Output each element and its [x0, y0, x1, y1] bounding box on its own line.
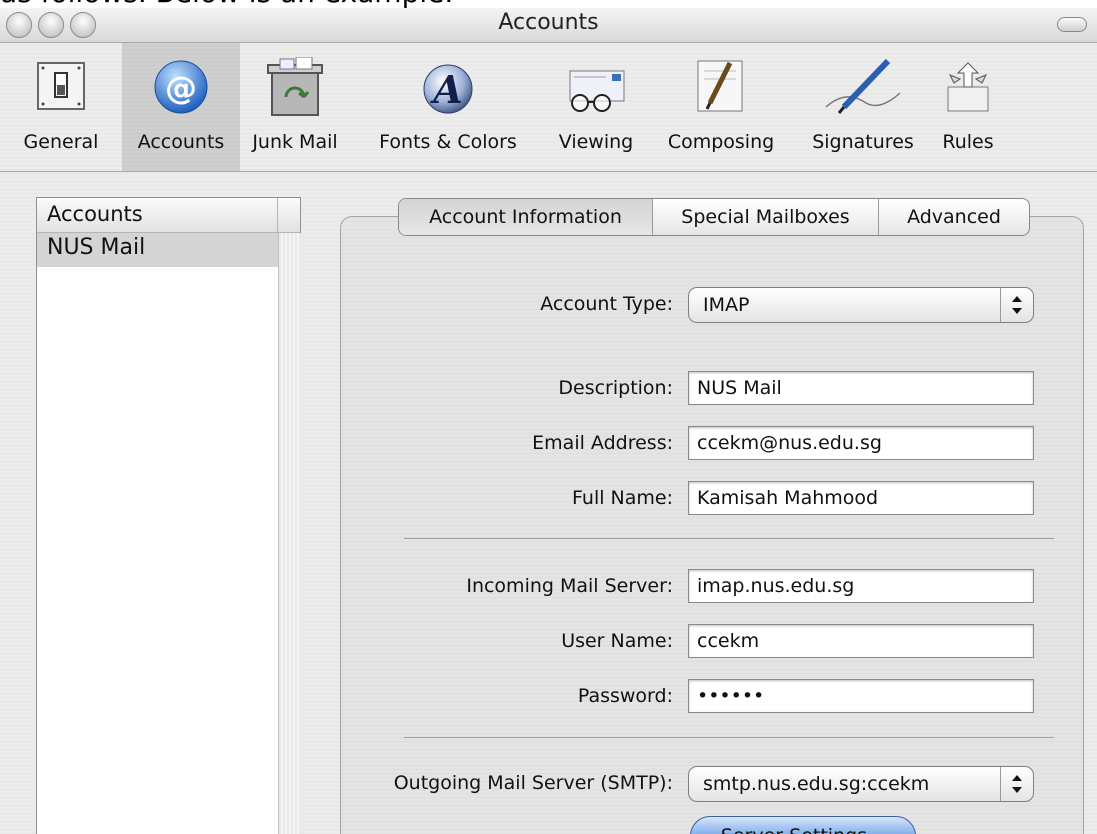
smtp-server-label: Outgoing Mail Server (SMTP): — [393, 772, 673, 794]
list-item[interactable]: NUS Mail — [37, 233, 278, 267]
arrows-icon — [947, 62, 989, 112]
accounts-list[interactable]: Accounts NUS Mail — [36, 197, 301, 834]
recycle-bin-icon — [267, 57, 323, 116]
tab-account-information[interactable]: Account Information — [399, 199, 653, 235]
preferences-toolbar: General @ Accounts Junk Mail A Fonts & C… — [0, 43, 1097, 172]
popup-arrows-icon — [1000, 288, 1033, 322]
svg-text:@: @ — [165, 69, 197, 107]
tab-special-mailboxes[interactable]: Special Mailboxes — [653, 199, 879, 235]
account-type-value: IMAP — [703, 294, 750, 316]
accounts-list-scrollbar[interactable] — [278, 233, 301, 834]
toolbar-item-junk-mail[interactable]: Junk Mail — [240, 43, 350, 171]
toolbar-label-junk-mail: Junk Mail — [252, 131, 338, 153]
title-bar: Accounts — [0, 8, 1097, 43]
toolbar-item-fonts-colors[interactable]: A Fonts & Colors — [350, 43, 546, 171]
toolbar-toggle-button[interactable] — [1057, 17, 1087, 32]
toolbar-label-general: General — [23, 131, 99, 153]
at-sign-icon: @ — [154, 60, 208, 114]
server-settings-button[interactable]: Server Settings... — [690, 816, 916, 834]
smtp-server-value: smtp.nus.edu.sg:ccekm — [703, 773, 930, 795]
toolbar-item-general[interactable]: General — [0, 43, 122, 171]
description-label: Description: — [558, 377, 673, 399]
switch-icon — [37, 62, 85, 110]
password-label: Password: — [577, 685, 673, 707]
pencil-icon — [697, 60, 743, 112]
smtp-server-popup[interactable]: smtp.nus.edu.sg:ccekm — [688, 766, 1034, 802]
section-divider — [404, 538, 1054, 539]
toolbar-item-viewing[interactable]: Viewing — [546, 43, 646, 171]
pen-icon — [825, 58, 901, 114]
popup-arrows-icon — [1000, 767, 1033, 801]
preferences-window: Accounts General @ Accounts Junk Mail A … — [0, 8, 1097, 834]
toolbar-label-signatures: Signatures — [812, 131, 914, 153]
description-field[interactable]: NUS Mail — [688, 371, 1034, 405]
toolbar-item-accounts[interactable]: @ Accounts — [122, 43, 240, 171]
page-caption: as follows. Below is an example. — [0, 0, 1097, 8]
toolbar-label-composing: Composing — [667, 131, 775, 153]
password-field[interactable]: •••••• — [688, 679, 1034, 713]
email-address-label: Email Address: — [532, 432, 673, 454]
full-name-field[interactable]: Kamisah Mahmood — [688, 481, 1034, 515]
section-divider — [404, 737, 1054, 738]
svg-text:A: A — [430, 67, 462, 112]
window-title: Accounts — [498, 10, 599, 35]
full-name-label: Full Name: — [572, 487, 673, 509]
toolbar-item-composing[interactable]: Composing — [646, 43, 796, 171]
tab-bar: Account Information Special Mailboxes Ad… — [398, 198, 1030, 236]
account-type-popup[interactable]: IMAP — [688, 287, 1034, 323]
glasses-icon — [569, 70, 625, 112]
list-item-label: NUS Mail — [47, 235, 146, 260]
incoming-mail-server-field[interactable]: imap.nus.edu.sg — [688, 569, 1034, 603]
email-address-field[interactable]: ccekm@nus.edu.sg — [688, 426, 1034, 460]
user-name-label: User Name: — [561, 630, 673, 652]
incoming-mail-server-label: Incoming Mail Server: — [466, 575, 673, 597]
account-type-label: Account Type: — [540, 293, 673, 315]
tab-advanced[interactable]: Advanced — [879, 199, 1029, 235]
toolbar-label-accounts: Accounts — [137, 131, 225, 153]
toolbar-label-viewing: Viewing — [558, 131, 634, 153]
accounts-list-header-label: Accounts — [47, 202, 143, 226]
column-divider — [277, 198, 278, 232]
toolbar-label-fonts-colors: Fonts & Colors — [379, 131, 517, 153]
toolbar-label-rules: Rules — [942, 131, 994, 153]
user-name-field[interactable]: ccekm — [688, 624, 1034, 658]
font-icon: A — [423, 64, 473, 114]
accounts-list-header[interactable]: Accounts — [37, 198, 300, 233]
toolbar-item-signatures[interactable]: Signatures — [796, 43, 930, 171]
toolbar-item-rules[interactable]: Rules — [930, 43, 1006, 171]
